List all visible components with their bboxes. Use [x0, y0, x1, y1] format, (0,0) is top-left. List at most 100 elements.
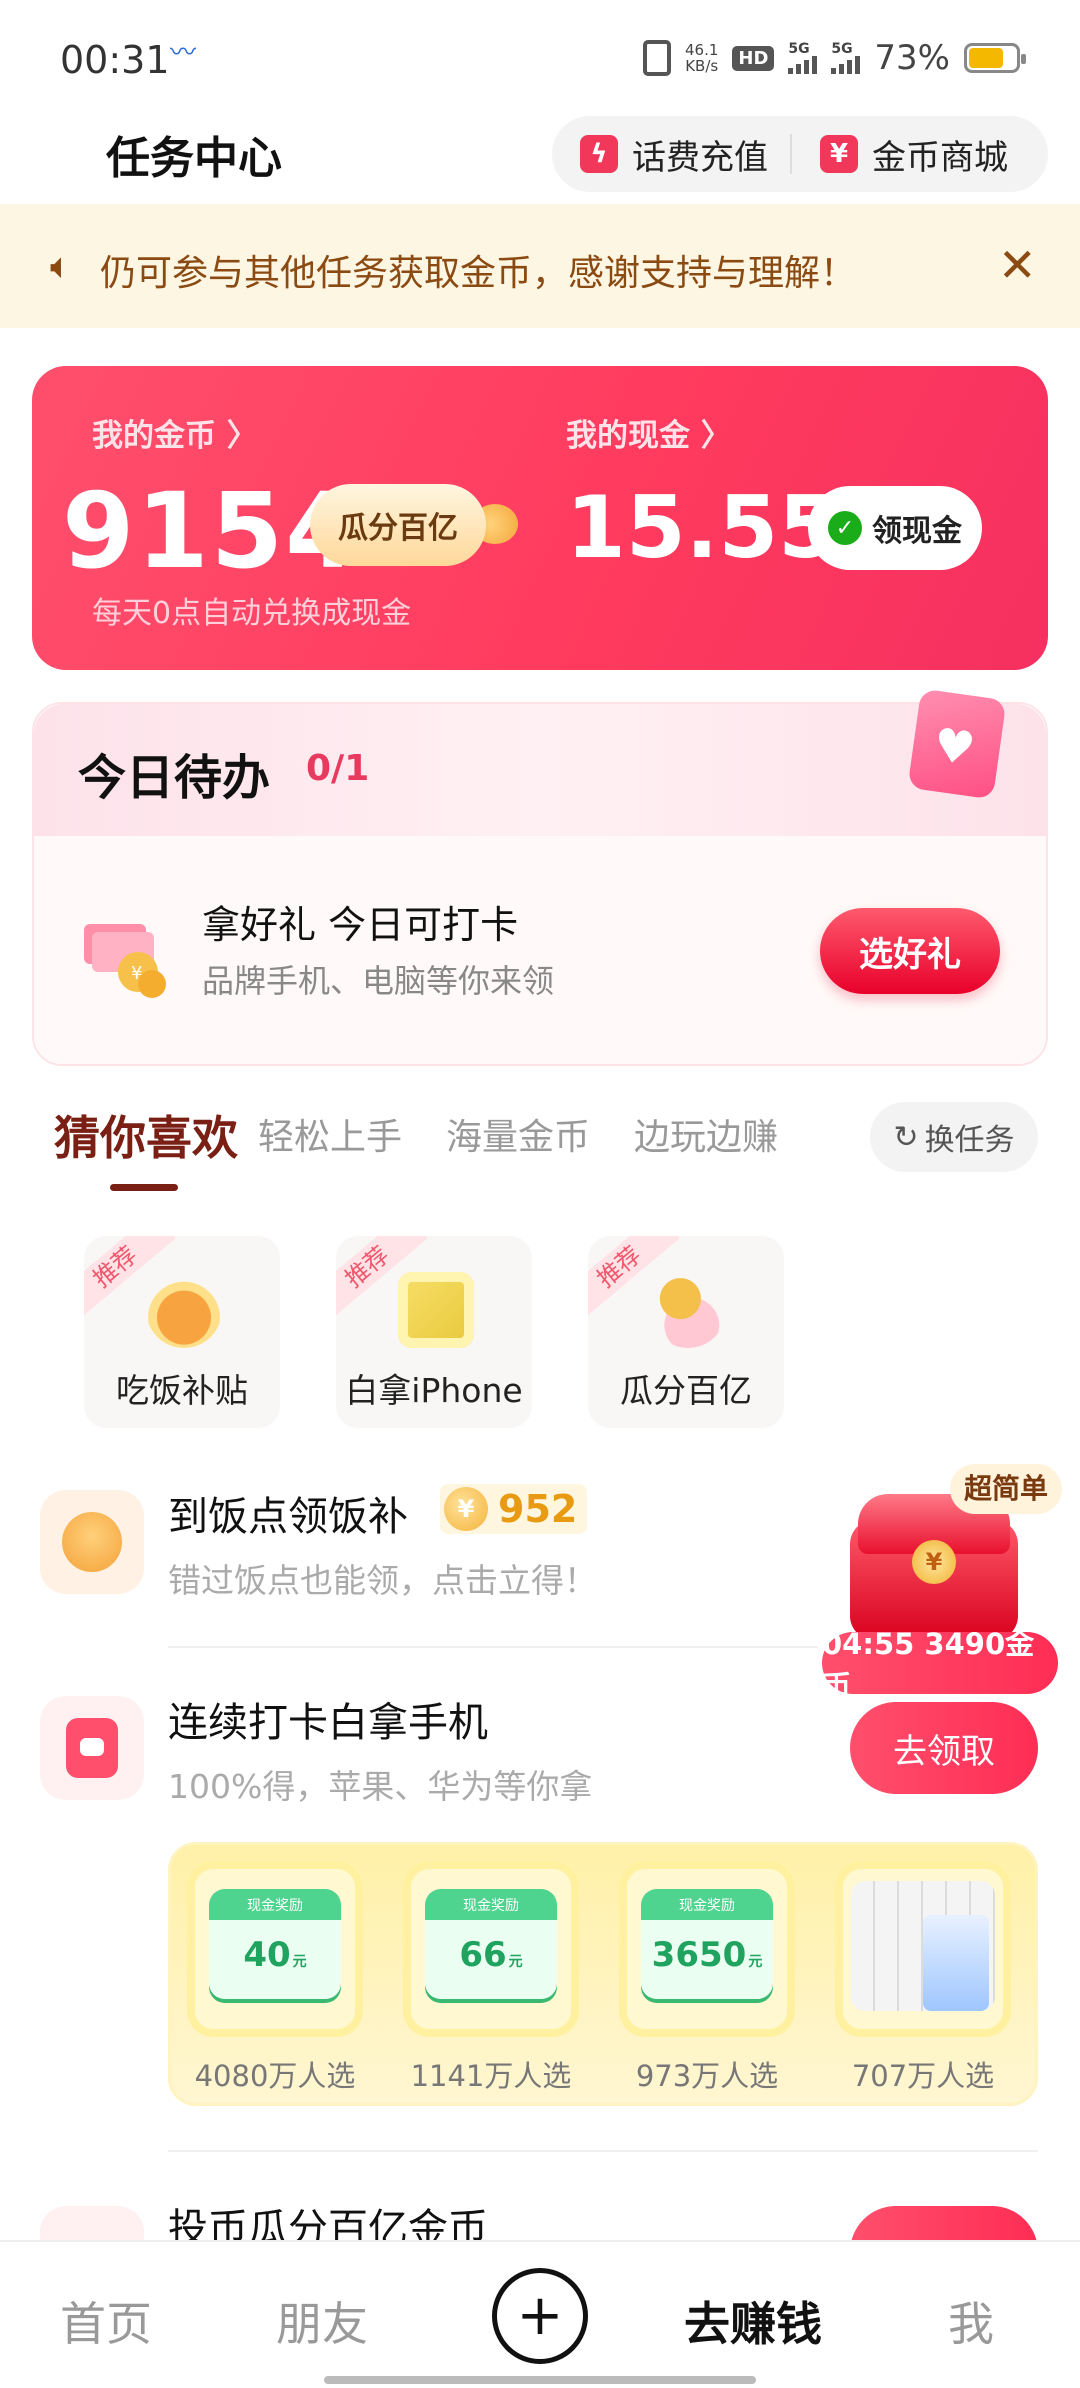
countdown-coins[interactable]: 04:55 3490金币	[822, 1627, 1058, 1703]
network-speed: 46.1 KB/s	[685, 42, 718, 74]
ticket-icon: ¥	[820, 135, 858, 173]
prize-cash-66[interactable]: 现金奖励 66 元	[403, 1861, 579, 2037]
notice-text: 仍可参与其他任务获取金币，感谢支持与理解！	[100, 253, 857, 294]
claim-button[interactable]: 去领取	[850, 1702, 1038, 1794]
recommend-card-split[interactable]: 推荐 瓜分百亿	[588, 1236, 784, 1428]
rice-bowl-icon	[146, 1272, 222, 1348]
wallet-card: 我的金币 〉 9154 瓜分百亿 我的现金 〉 15.55 ✓ 领现金 每天0点…	[32, 366, 1048, 670]
today-todo-card: 今日待办 0/1 ♥ ¥ 拿好礼 今日可打卡 品牌手机、电脑等你来领 选好礼	[32, 688, 1048, 1066]
coin-mall-button[interactable]: ¥ 金币商城	[792, 116, 1008, 192]
recommend-label: 吃饭补贴	[116, 1371, 248, 1410]
prize-label: 4080万人选	[194, 2059, 356, 2093]
cash-card: 现金奖励 3650 元	[641, 1889, 773, 1999]
meal-bowl-icon	[40, 1490, 144, 1594]
prize-strip: 现金奖励 40 元 4080万人选 现金奖励 66 元 1141万人选 现金奖励 3…	[168, 1842, 1038, 2106]
prize-label: 973万人选	[635, 2059, 779, 2093]
split-billions-button[interactable]: 瓜分百亿	[310, 484, 486, 566]
prize-label: 707万人选	[851, 2059, 995, 2093]
choose-gift-button[interactable]: 选好礼	[820, 908, 1000, 994]
task-phone-subtitle: 100%得，苹果、华为等你拿	[168, 1767, 593, 1806]
task-phone-title: 连续打卡白拿手机	[168, 1700, 488, 1746]
status-time: 00:31	[60, 38, 170, 82]
header-actions: ϟ 话费充值 ¥ 金币商城	[552, 116, 1048, 192]
prize-label: 1141万人选	[410, 2059, 572, 2093]
recommend-label: 白拿iPhone	[345, 1371, 523, 1410]
gift-task-subtitle: 品牌手机、电脑等你来领	[202, 962, 555, 1000]
bottom-nav: 首页 朋友 + 去赚钱 我	[0, 2240, 1080, 2388]
prize-cash-40[interactable]: 现金奖励 40 元	[187, 1861, 363, 2037]
wechat-icon: ✓	[828, 511, 862, 545]
header: 任务中心 ϟ 话费充值 ¥ 金币商城	[0, 110, 1080, 206]
task-meal-subtitle: 错过饭点也能领，点击立得！	[168, 1561, 597, 1600]
speed-unit: KB/s	[685, 57, 719, 75]
active-tab-underline	[110, 1184, 178, 1191]
coin-reward-badge: ¥ 952	[440, 1484, 588, 1534]
nav-home[interactable]: 首页	[60, 2288, 152, 2354]
cash-value: 3650	[651, 1935, 747, 1975]
gift-money-icon: ¥	[84, 924, 166, 998]
tissue-pack-image	[851, 1881, 995, 2011]
recharge-button[interactable]: ϟ 话费充值	[552, 116, 768, 192]
status-bar: 00:31 〰 46.1 KB/s HD 5G 5G 73%	[0, 0, 1080, 110]
cash-card-title: 现金奖励	[463, 1898, 519, 1914]
exchange-hint: 每天0点自动兑换成现金	[92, 596, 412, 631]
my-coins-link[interactable]: 我的金币 〉	[92, 410, 258, 455]
page-title: 任务中心	[106, 133, 282, 184]
iphone-icon	[398, 1272, 474, 1348]
cash-balance: 15.55	[566, 478, 839, 578]
nav-me[interactable]: 我	[948, 2288, 994, 2354]
divider	[168, 2150, 1038, 2152]
swap-tasks-button[interactable]: ↻ 换任务	[870, 1102, 1038, 1172]
home-indicator	[324, 2376, 756, 2384]
cash-card: 现金奖励 40 元	[209, 1889, 341, 1999]
tab-massive-coins[interactable]: 海量金币	[446, 1108, 590, 1160]
get-cash-label: 领现金	[872, 514, 962, 549]
tab-play-and-earn[interactable]: 边玩边赚	[634, 1108, 778, 1160]
recommend-card-iphone[interactable]: 推荐 白拿iPhone	[336, 1236, 532, 1428]
cash-unit: 元	[292, 1954, 307, 1970]
close-icon[interactable]: ✕	[998, 238, 1037, 292]
nav-friends[interactable]: 朋友	[276, 2288, 368, 2354]
task-meal-title: 到饭点领饭补	[168, 1494, 408, 1540]
swap-label: 换任务	[924, 1123, 1015, 1158]
cash-card-title: 现金奖励	[679, 1898, 735, 1914]
svg-text:¥: ¥	[131, 963, 142, 984]
cash-value: 40	[243, 1935, 291, 1975]
tab-easy-start[interactable]: 轻松上手	[258, 1108, 402, 1160]
today-count: 0/1	[306, 748, 370, 789]
task-tabs: 猜你喜欢 轻松上手 海量金币 边玩边赚 ↻ 换任务	[0, 1094, 1080, 1194]
sim2-label: 5G	[831, 41, 853, 57]
lightning-icon: ϟ	[580, 135, 618, 173]
recommend-label: 瓜分百亿	[620, 1371, 752, 1410]
signal-icon-2: 5G	[831, 41, 861, 74]
super-easy-tag: 超简单	[950, 1464, 1063, 1514]
prize-cash-3650[interactable]: 现金奖励 3650 元	[619, 1861, 795, 2037]
battery-percent: 73%	[874, 38, 950, 78]
signal-icon-1: 5G	[788, 41, 818, 74]
hand-coin-icon	[650, 1272, 726, 1348]
today-title: 今日待办	[78, 750, 271, 806]
vibrate-icon	[643, 40, 671, 76]
battery-icon	[964, 43, 1026, 73]
coin-reward-value: 952	[498, 1487, 578, 1531]
hd-icon: HD	[732, 45, 775, 71]
prize-tissue[interactable]	[835, 1861, 1011, 2037]
calendar-heart-icon: ♥	[907, 688, 1007, 800]
tab-guess-you-like[interactable]: 猜你喜欢	[54, 1102, 238, 1168]
speaker-icon: 🔈︎	[50, 246, 72, 287]
status-right: 46.1 KB/s HD 5G 5G 73%	[643, 38, 1026, 78]
cash-card-value: 3650 元	[641, 1935, 773, 1975]
my-cash-link[interactable]: 我的现金 〉	[566, 410, 732, 455]
cash-card-value: 66 元	[425, 1935, 557, 1975]
plus-icon[interactable]: +	[492, 2268, 588, 2364]
refresh-icon: ↻	[893, 1119, 919, 1155]
cash-card: 现金奖励 66 元	[425, 1889, 557, 1999]
divider	[168, 1646, 818, 1648]
recommend-card-meal[interactable]: 推荐 吃饭补贴	[84, 1236, 280, 1428]
coin-icon: ¥	[444, 1487, 488, 1531]
nav-earn[interactable]: 去赚钱	[684, 2288, 822, 2354]
cash-card-title: 现金奖励	[247, 1898, 303, 1914]
get-cash-button[interactable]: ✓ 领现金	[808, 486, 982, 570]
recharge-label: 话费充值	[632, 137, 768, 178]
sim1-label: 5G	[788, 41, 810, 57]
